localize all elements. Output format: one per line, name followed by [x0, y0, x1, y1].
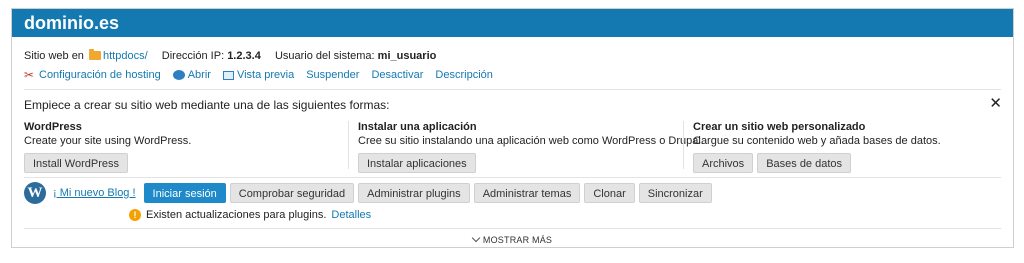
tools-icon: ✂	[24, 68, 35, 82]
open-link[interactable]: Abrir	[172, 69, 211, 81]
option-description: Create your site using WordPress.	[24, 135, 192, 147]
details-link[interactable]: Detalles	[331, 209, 371, 221]
option-title: Crear un sitio web personalizado	[693, 121, 866, 133]
preview-icon	[222, 70, 234, 80]
domain-header: dominio.es	[12, 9, 1013, 37]
column-divider	[683, 121, 684, 169]
description-link[interactable]: Descripción	[435, 69, 492, 81]
system-user-label: Usuario del sistema:	[274, 50, 375, 62]
option-title: WordPress	[24, 121, 82, 133]
open-label: Abrir	[187, 69, 211, 81]
sync-button[interactable]: Sincronizar	[638, 183, 712, 203]
domain-actions: ✂ Configuración de hosting Abrir Vista p…	[24, 69, 493, 81]
hosting-settings-label: Configuración de hosting	[39, 69, 161, 81]
install-apps-button[interactable]: Instalar aplicaciones	[358, 153, 476, 173]
wordpress-site-row: W ¡ Mi nuevo Blog ! Iniciar sesión Compr…	[24, 182, 712, 204]
system-user-value: mi_usuario	[377, 50, 437, 62]
show-more-label: MOSTRAR MÁS	[482, 235, 553, 245]
column-divider	[348, 121, 349, 169]
install-wordpress-button[interactable]: Install WordPress	[24, 153, 128, 173]
blog-name-link[interactable]: ¡ Mi nuevo Blog !	[53, 187, 136, 199]
httpdocs-link[interactable]: httpdocs/	[103, 50, 148, 62]
updates-text: Existen actualizaciones para plugins.	[146, 209, 327, 221]
divider	[24, 228, 1001, 229]
suspend-link[interactable]: Suspender	[306, 69, 359, 81]
domain-title: dominio.es	[24, 12, 120, 33]
divider	[24, 89, 1001, 90]
close-icon[interactable]: ✕	[989, 96, 1002, 111]
website-label: Sitio web en	[24, 50, 84, 62]
domain-panel: dominio.es Sitio web en httpdocs/ Direcc…	[11, 8, 1014, 248]
divider	[24, 177, 1001, 178]
ip-value: 1.2.3.4	[227, 50, 261, 62]
wordpress-option: WordPress Create your site using WordPre…	[24, 121, 191, 173]
install-app-option: Instalar una aplicación Cree su sitio in…	[358, 121, 704, 173]
option-description: Cargue su contenido web y añada bases de…	[693, 135, 941, 147]
plugin-updates-notice: ! Existen actualizaciones para plugins. …	[129, 209, 371, 221]
preview-link[interactable]: Vista previa	[222, 69, 295, 81]
warning-icon: !	[129, 209, 141, 221]
wordpress-logo-icon: W	[24, 182, 46, 204]
ip-label: Dirección IP:	[161, 50, 225, 62]
getting-started-heading: Empiece a crear su sitio web mediante un…	[24, 98, 390, 112]
deactivate-link[interactable]: Desactivar	[371, 69, 423, 81]
hosting-settings-link[interactable]: ✂ Configuración de hosting	[24, 69, 161, 81]
check-security-button[interactable]: Comprobar seguridad	[229, 183, 355, 203]
chevron-down-icon	[471, 233, 481, 243]
folder-icon	[89, 49, 101, 60]
files-button[interactable]: Archivos	[693, 153, 754, 173]
clone-button[interactable]: Clonar	[584, 183, 635, 203]
option-title: Instalar una aplicación	[358, 121, 477, 133]
custom-site-option: Crear un sitio web personalizado Cargue …	[693, 121, 941, 173]
manage-themes-button[interactable]: Administrar temas	[473, 183, 581, 203]
manage-plugins-button[interactable]: Administrar plugins	[358, 183, 470, 203]
databases-button[interactable]: Bases de datos	[757, 153, 852, 173]
option-description: Cree su sitio instalando una aplicación …	[358, 135, 704, 147]
preview-label: Vista previa	[236, 69, 295, 81]
show-more-toggle[interactable]: MOSTRAR MÁS	[12, 233, 1013, 245]
open-globe-icon	[172, 70, 185, 80]
domain-info-line: Sitio web en httpdocs/ Dirección IP: 1.2…	[24, 49, 437, 62]
login-button[interactable]: Iniciar sesión	[143, 183, 226, 203]
